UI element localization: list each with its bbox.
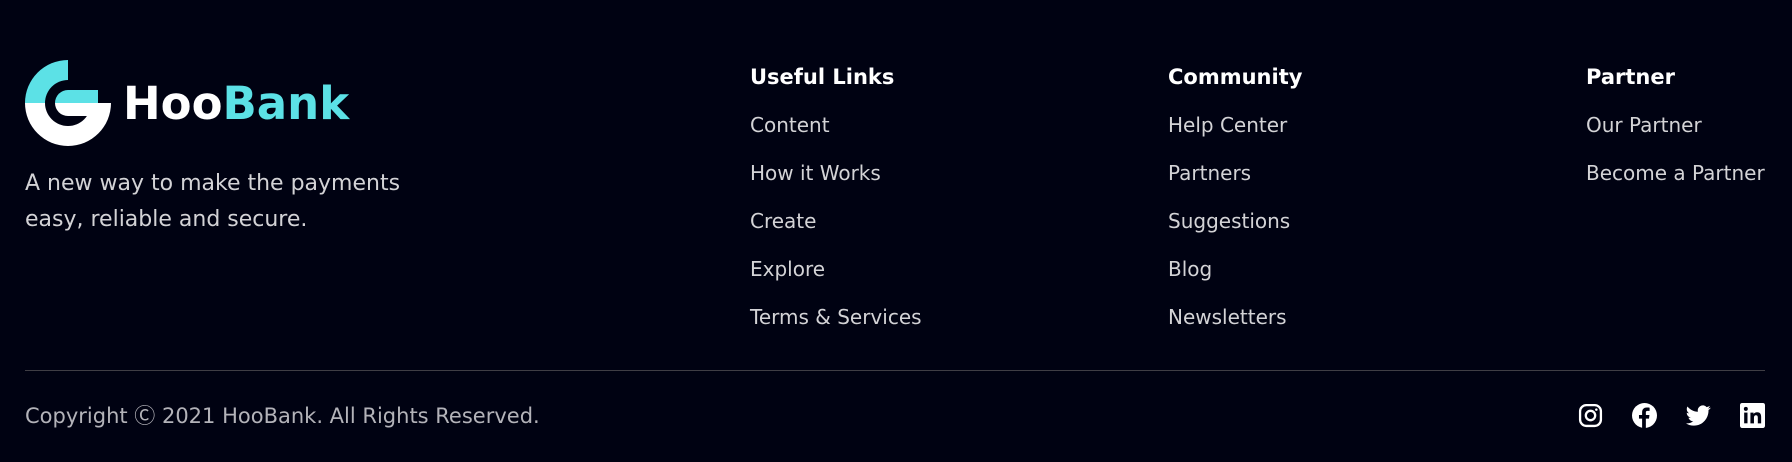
hoobank-logo-icon bbox=[25, 60, 111, 146]
logo-text-bank: Bank bbox=[222, 76, 350, 130]
brand-tagline: A new way to make the payments easy, rel… bbox=[25, 171, 401, 232]
link-label: Create bbox=[750, 209, 817, 233]
linkedin-icon[interactable] bbox=[1740, 403, 1765, 428]
footer-column-community: Community Help Center Partners Suggestio… bbox=[1168, 62, 1302, 350]
instagram-icon[interactable] bbox=[1578, 403, 1603, 428]
footer-link-suggestions[interactable]: Suggestions bbox=[1168, 206, 1302, 254]
logo-text: HooBank bbox=[123, 81, 349, 126]
logo[interactable]: HooBank bbox=[25, 60, 445, 146]
link-label: Help Center bbox=[1168, 113, 1288, 137]
link-label: Suggestions bbox=[1168, 209, 1291, 233]
twitter-icon[interactable] bbox=[1686, 403, 1711, 428]
link-label: Terms & Services bbox=[750, 305, 922, 329]
footer-column-partner: Partner Our Partner Become a Partner bbox=[1586, 62, 1765, 206]
copyright-text: Copyright Ⓒ 2021 HooBank. All Rights Res… bbox=[25, 404, 540, 428]
link-label: Blog bbox=[1168, 257, 1213, 281]
link-label: Explore bbox=[750, 257, 826, 281]
footer-link-content[interactable]: Content bbox=[750, 110, 922, 158]
footer-link-newsletters[interactable]: Newsletters bbox=[1168, 302, 1302, 350]
link-label: Content bbox=[750, 113, 830, 137]
link-label: How it Works bbox=[750, 161, 881, 185]
link-list: Help Center Partners Suggestions Blog Ne… bbox=[1168, 110, 1302, 350]
link-label: Become a Partner bbox=[1586, 161, 1765, 185]
footer-column-useful-links: Useful Links Content How it Works Create… bbox=[750, 62, 922, 350]
footer-link-explore[interactable]: Explore bbox=[750, 254, 922, 302]
footer-divider bbox=[25, 370, 1765, 371]
link-label: Our Partner bbox=[1586, 113, 1702, 137]
facebook-icon[interactable] bbox=[1632, 403, 1657, 428]
column-title: Community bbox=[1168, 65, 1303, 89]
link-label: Partners bbox=[1168, 161, 1252, 185]
link-list: Content How it Works Create Explore Term… bbox=[750, 110, 922, 350]
footer-link-our-partner[interactable]: Our Partner bbox=[1586, 110, 1765, 158]
social-links bbox=[1578, 403, 1765, 428]
site-footer: HooBank A new way to make the payments e… bbox=[0, 0, 1792, 462]
column-title: Useful Links bbox=[750, 65, 895, 89]
footer-link-partners[interactable]: Partners bbox=[1168, 158, 1302, 206]
logo-text-hoo: Hoo bbox=[123, 76, 223, 130]
footer-link-how-it-works[interactable]: How it Works bbox=[750, 158, 922, 206]
footer-link-terms[interactable]: Terms & Services bbox=[750, 302, 922, 350]
link-label: Newsletters bbox=[1168, 305, 1287, 329]
brand-section: HooBank A new way to make the payments e… bbox=[25, 60, 445, 238]
footer-link-create[interactable]: Create bbox=[750, 206, 922, 254]
column-title: Partner bbox=[1586, 65, 1675, 89]
footer-link-blog[interactable]: Blog bbox=[1168, 254, 1302, 302]
footer-link-help-center[interactable]: Help Center bbox=[1168, 110, 1302, 158]
link-list: Our Partner Become a Partner bbox=[1586, 110, 1765, 206]
footer-link-become-partner[interactable]: Become a Partner bbox=[1586, 158, 1765, 206]
